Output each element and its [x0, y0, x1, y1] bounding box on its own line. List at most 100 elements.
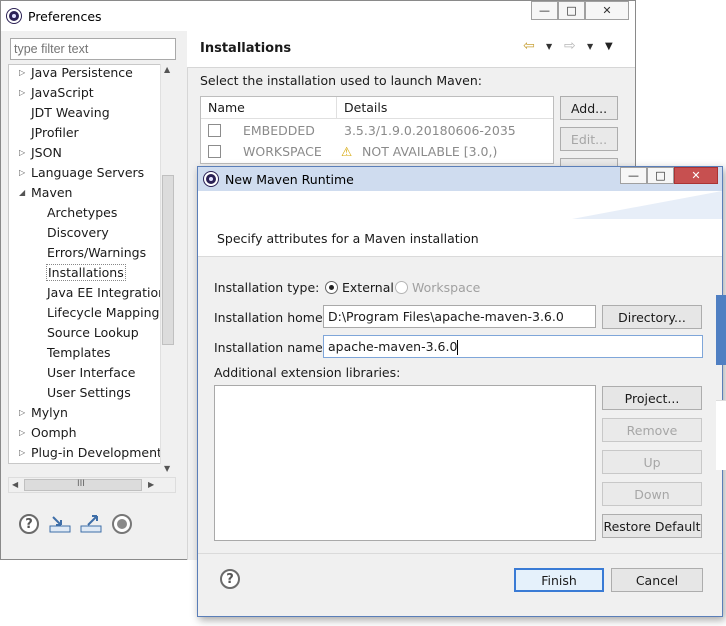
preferences-tree[interactable]: ▷ Java Persistence ▷ JavaScript JDT Weaving J… [8, 64, 176, 464]
tree-item-label: Archetypes [47, 205, 118, 220]
project-button[interactable]: Project... [602, 386, 702, 410]
expand-icon[interactable]: ▷ [19, 403, 29, 423]
tree-item[interactable]: Installations [46, 263, 126, 283]
background-window-fragment [716, 400, 726, 470]
tree-item-label: JSON [31, 145, 62, 160]
tree-item-label: Lifecycle Mappings [47, 305, 166, 320]
expand-icon[interactable]: ▷ [19, 143, 29, 163]
expand-icon[interactable]: ▷ [19, 83, 29, 103]
maximize-button[interactable]: □ [647, 167, 674, 184]
tree-item[interactable]: JDT Weaving [31, 103, 110, 123]
tree-scroll-thumb[interactable] [162, 175, 174, 345]
import-icon[interactable] [49, 513, 71, 535]
close-button[interactable]: ✕ [585, 1, 629, 20]
tree-item[interactable]: Remote Boot Apps [31, 463, 147, 464]
minimize-button[interactable]: — [620, 167, 647, 184]
dialog-titlebar[interactable]: New Maven Runtime — □ ✕ [198, 167, 722, 191]
column-header-name[interactable]: Name [201, 97, 337, 119]
collapse-icon[interactable]: ◢ [19, 183, 29, 203]
cancel-button[interactable]: Cancel [611, 568, 703, 592]
filter-input[interactable] [10, 38, 176, 60]
external-radio-label[interactable]: External [342, 280, 394, 295]
tree-item[interactable]: ▷ JSON [19, 143, 62, 163]
row-checkbox[interactable] [208, 145, 221, 158]
tree-item[interactable]: ▷ Plug-in Development [19, 443, 162, 463]
tree-hscroll-thumb[interactable]: III [24, 479, 142, 491]
text-caret [457, 340, 459, 355]
directory-button[interactable]: Directory... [602, 305, 702, 329]
maximize-button[interactable]: □ [558, 1, 585, 20]
external-radio[interactable] [325, 281, 338, 294]
expand-icon[interactable]: ▷ [19, 443, 29, 463]
tree-item-label: Source Lookup [47, 325, 139, 340]
forward-dropdown-icon[interactable]: ▼ [587, 42, 593, 51]
scroll-down-icon[interactable]: ▼ [164, 464, 170, 473]
tree-item[interactable]: JProfiler [31, 123, 79, 143]
tree-item[interactable]: Archetypes [47, 203, 117, 223]
dialog-title: New Maven Runtime [225, 171, 354, 187]
tree-item-label: JDT Weaving [31, 105, 110, 120]
row-name: WORKSPACE [243, 144, 322, 159]
tree-item[interactable]: User Interface [47, 363, 135, 383]
expand-icon[interactable]: ▷ [19, 163, 29, 183]
tree-item-label: JProfiler [31, 125, 79, 140]
installation-name-label: Installation name: [214, 340, 327, 355]
help-icon[interactable]: ? [18, 513, 40, 535]
installation-home-field[interactable]: D:\Program Files\apache-maven-3.6.0 [323, 305, 596, 328]
add-button[interactable]: Add... [560, 96, 618, 120]
finish-button[interactable]: Finish [514, 568, 604, 592]
tree-item[interactable]: Templates [47, 343, 111, 363]
tree-item[interactable]: ▷ Oomph [19, 423, 77, 443]
scroll-left-icon[interactable]: ◀ [12, 480, 18, 489]
tree-item-label: Templates [47, 345, 111, 360]
forward-icon[interactable]: ⇨ [564, 38, 576, 54]
workspace-radio[interactable] [395, 281, 408, 294]
installation-home-label: Installation home: [214, 310, 327, 325]
extension-libraries-list[interactable] [214, 385, 596, 541]
installations-table[interactable]: Name Details EMBEDDED 3.5.3/1.9.0.201806… [200, 96, 554, 164]
record-icon[interactable] [111, 513, 133, 535]
help-icon[interactable]: ? [219, 568, 241, 590]
preferences-title: Preferences [28, 8, 102, 24]
restore-default-button[interactable]: Restore Default [602, 514, 702, 538]
back-dropdown-icon[interactable]: ▼ [546, 42, 552, 51]
remove-button[interactable]: Remove [602, 418, 702, 442]
back-icon[interactable]: ⇦ [523, 38, 535, 54]
tree-item[interactable]: ▷ Language Servers [19, 163, 144, 183]
installation-name-value: apache-maven-3.6.0 [328, 339, 458, 354]
scroll-right-icon[interactable]: ▶ [148, 480, 154, 489]
scroll-up-icon[interactable]: ▲ [164, 65, 170, 74]
edit-button[interactable]: Edit... [560, 127, 618, 151]
tree-item[interactable]: Java EE Integration [47, 283, 166, 303]
export-icon[interactable] [80, 513, 102, 535]
dialog-description: Specify attributes for a Maven installat… [217, 231, 479, 246]
tree-item-label: Mylyn [31, 405, 68, 420]
expand-icon[interactable]: ▷ [19, 423, 29, 443]
tree-item[interactable]: Discovery [47, 223, 109, 243]
close-button[interactable]: ✕ [674, 167, 718, 184]
eclipse-icon [203, 171, 219, 187]
workspace-radio-label[interactable]: Workspace [412, 280, 480, 295]
tree-item[interactable]: Lifecycle Mappings [47, 303, 166, 323]
dialog-banner [198, 191, 722, 257]
tree-item-label: Maven [31, 185, 73, 200]
row-checkbox[interactable] [208, 124, 221, 137]
up-button[interactable]: Up [602, 450, 702, 474]
tree-item[interactable]: ▷ Mylyn [19, 403, 68, 423]
minimize-button[interactable]: — [531, 1, 558, 20]
tree-item[interactable]: ◢ Maven [19, 183, 73, 203]
instruction-text: Select the installation used to launch M… [200, 73, 482, 88]
tree-item[interactable]: Errors/Warnings [47, 243, 146, 263]
installation-name-field[interactable]: apache-maven-3.6.0 [323, 335, 703, 358]
down-button[interactable]: Down [602, 482, 702, 506]
preferences-titlebar[interactable]: Preferences — □ ✕ [1, 1, 635, 31]
tree-item-label: User Settings [47, 385, 131, 400]
column-header-details[interactable]: Details [337, 97, 553, 119]
warning-icon: ⚠ [341, 144, 353, 159]
tree-item[interactable]: Source Lookup [47, 323, 139, 343]
tree-item[interactable]: ▷ Java Persistence [19, 65, 133, 83]
tree-item[interactable]: ▷ JavaScript [19, 83, 94, 103]
tree-item[interactable]: User Settings [47, 383, 131, 403]
expand-icon[interactable]: ▷ [19, 65, 29, 83]
view-menu-icon[interactable]: ▼ [605, 41, 613, 52]
